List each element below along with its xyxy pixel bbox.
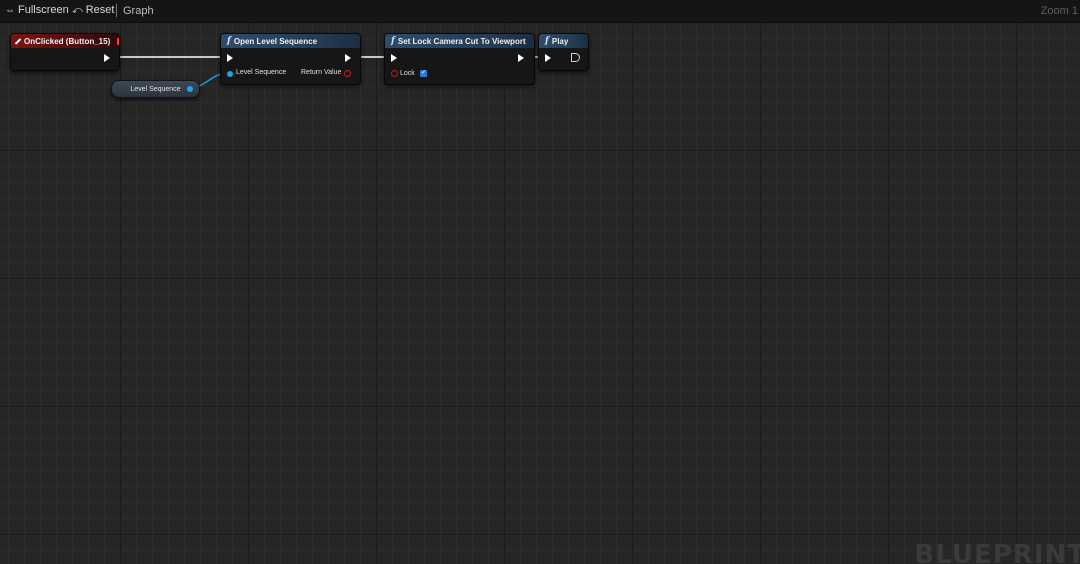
lock-input-pin[interactable]: [391, 70, 398, 77]
exec-output-pin[interactable]: [518, 54, 524, 62]
lock-pin-label: Lock: [400, 70, 415, 77]
node-set-lock-camera-cut[interactable]: f Set Lock Camera Cut To Viewport Lock ✓: [384, 33, 535, 85]
exec-input-pin[interactable]: [227, 54, 233, 62]
lock-checkbox[interactable]: ✓: [420, 70, 427, 77]
blueprint-watermark: BLUEPRINT: [914, 540, 1080, 564]
node-play[interactable]: f Play: [538, 33, 589, 71]
variable-output-pin[interactable]: [187, 86, 193, 92]
node-onclicked-title: OnClicked (Button_15): [24, 36, 111, 46]
exec-output-pin-unconnected[interactable]: [571, 53, 580, 62]
return-value-output-pin[interactable]: [344, 70, 351, 77]
level-sequence-input-pin[interactable]: [227, 71, 233, 77]
node-onclicked[interactable]: OnClicked (Button_15): [10, 33, 120, 71]
function-icon: f: [227, 36, 231, 46]
return-value-pin-label: Return Value: [301, 69, 342, 76]
variable-node-level-sequence[interactable]: Level Sequence: [111, 80, 200, 98]
node-play-title: Play: [551, 36, 569, 46]
function-icon: f: [391, 36, 395, 46]
node-open-level-sequence-title: Open Level Sequence: [233, 36, 318, 46]
node-play-header[interactable]: f Play: [539, 34, 588, 48]
exec-output-pin[interactable]: [104, 54, 110, 62]
delegate-pin[interactable]: [117, 37, 120, 45]
variable-node-label: Level Sequence: [130, 85, 181, 93]
function-icon: f: [545, 36, 549, 46]
blueprint-graph-editor: ⇔ Fullscreen ⤺ Reset Graph Zoom 1 OnClic…: [0, 0, 1080, 564]
level-sequence-pin-label: Level Sequence: [236, 69, 287, 76]
node-open-level-sequence[interactable]: f Open Level Sequence Level Sequence Ret…: [220, 33, 361, 85]
exec-output-pin[interactable]: [345, 54, 351, 62]
node-open-level-sequence-header[interactable]: f Open Level Sequence: [221, 34, 360, 48]
event-icon: [14, 37, 22, 45]
node-onclicked-header[interactable]: OnClicked (Button_15): [11, 34, 120, 48]
exec-input-pin[interactable]: [391, 54, 397, 62]
exec-input-pin[interactable]: [545, 54, 551, 62]
node-set-lock-camera-cut-header[interactable]: f Set Lock Camera Cut To Viewport: [385, 34, 534, 48]
node-set-lock-camera-cut-title: Set Lock Camera Cut To Viewport: [397, 36, 526, 46]
